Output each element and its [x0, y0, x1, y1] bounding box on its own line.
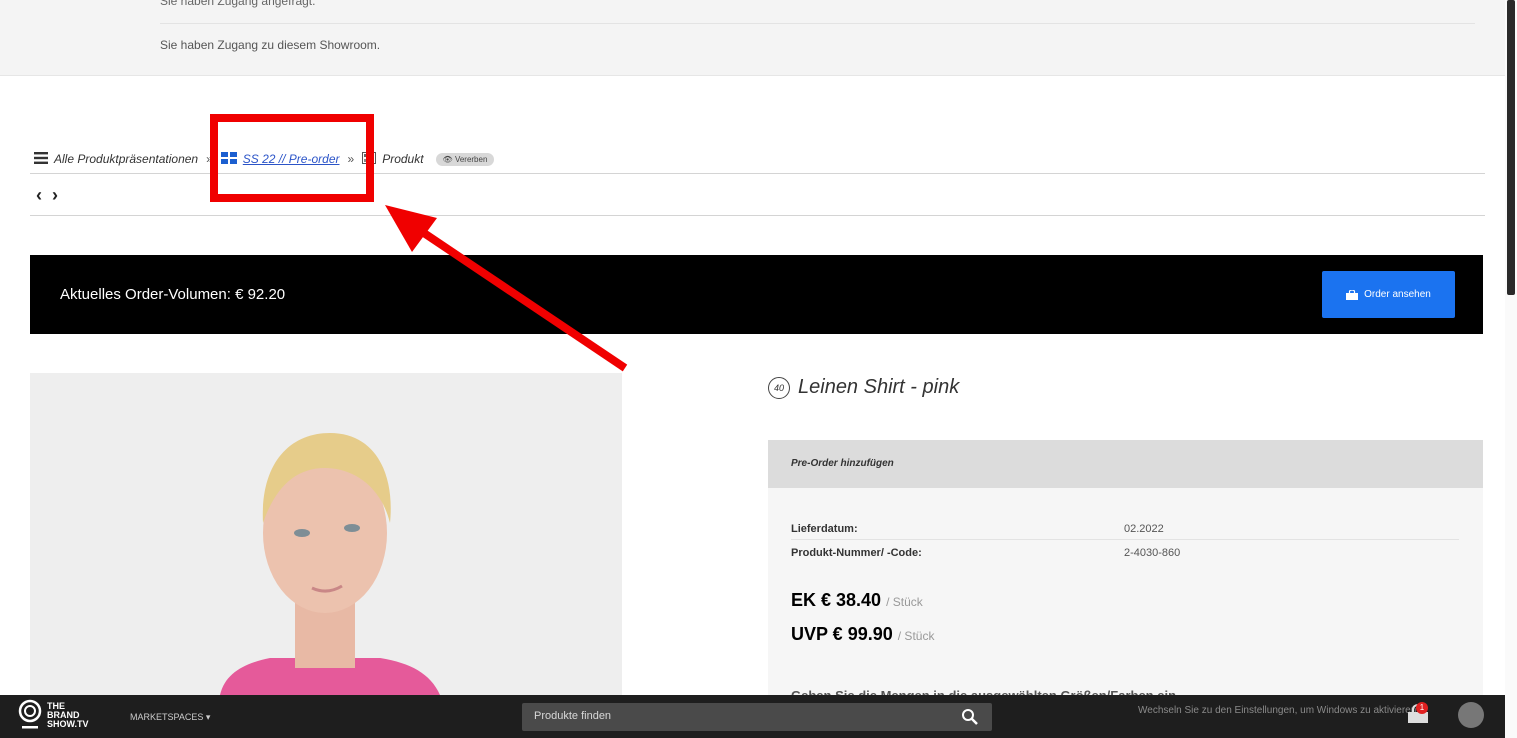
delivery-date-row: Lieferdatum: 02.2022 — [791, 523, 1459, 535]
brand-logo-icon — [18, 699, 42, 729]
access-granted-text: Sie haben Zugang zu diesem Showroom. — [160, 38, 381, 52]
list-icon — [34, 151, 48, 167]
product-title-text: Leinen Shirt - pink — [798, 376, 960, 398]
search-icon[interactable] — [961, 708, 978, 730]
product-number-badge: 40 — [768, 376, 790, 399]
breadcrumb-all-label: Alle Produktpräsentationen — [54, 152, 199, 166]
breadcrumb-separator: » — [206, 152, 213, 166]
product-code-label: Produkt-Nummer/ -Code: — [791, 547, 922, 559]
product-search — [522, 703, 992, 731]
product-image[interactable] — [30, 373, 622, 695]
breadcrumb-collection-link[interactable]: SS 22 // Pre-order — [220, 151, 340, 167]
product-search-input[interactable] — [532, 709, 936, 723]
product-code-row: Produkt-Nummer/ -Code: 2-4030-860 — [791, 547, 1459, 559]
breadcrumb-separator: » — [347, 152, 355, 166]
breadcrumb-product-label: Produkt — [382, 152, 424, 166]
uvp-price: UVP € 99.90 / Stück — [791, 624, 934, 645]
view-order-label: Order ansehen — [1364, 289, 1431, 300]
brand-line-3: SHOW.TV — [47, 718, 89, 729]
product-code-value: 2-4030-860 — [1124, 547, 1181, 559]
cart-button[interactable]: 1 — [1407, 702, 1429, 729]
product-title: 40 Leinen Shirt - pink — [768, 376, 959, 399]
prev-arrow-icon[interactable]: ‹ — [36, 185, 42, 205]
preorder-panel: Pre-Order hinzufügen Lieferdatum: 02.202… — [768, 440, 1483, 703]
divider — [791, 539, 1459, 540]
order-volume-text: Aktuelles Order-Volumen: € 92.20 — [60, 286, 286, 303]
next-arrow-icon[interactable]: › — [52, 185, 58, 205]
access-requested-text: Sie haben Zugang angefragt. — [160, 0, 316, 8]
windows-activation-watermark: Wechseln Sie zu den Einstellungen, um Wi… — [1138, 705, 1420, 716]
divider — [160, 23, 1475, 24]
divider — [30, 215, 1485, 216]
scrollbar-thumb[interactable] — [1507, 0, 1515, 295]
bottom-toolbar: THE BRAND SHOW.TV MARKETSPACES ▾ Wechsel… — [0, 695, 1505, 738]
ek-price-value: EK € 38.40 — [791, 590, 882, 610]
breadcrumb-product: Produkt — [362, 151, 424, 167]
inherit-badge-label: Vererben — [454, 154, 488, 164]
order-volume-bar: Aktuelles Order-Volumen: € 92.20 Order a… — [30, 255, 1483, 334]
delivery-date-value: 02.2022 — [1124, 523, 1164, 535]
uvp-price-value: UVP € 99.90 — [791, 624, 893, 644]
price-unit: / Stück — [897, 629, 935, 643]
view-order-button[interactable]: Order ansehen — [1322, 271, 1455, 318]
inherit-badge[interactable]: 👁 Vererben — [435, 152, 495, 166]
user-avatar[interactable] — [1458, 702, 1484, 728]
product-pager: ‹ › — [36, 185, 68, 206]
product-icon — [362, 151, 377, 167]
preorder-panel-header[interactable]: Pre-Order hinzufügen — [768, 440, 1483, 488]
ek-price: EK € 38.40 / Stück — [791, 590, 923, 611]
delivery-date-label: Lieferdatum: — [791, 523, 858, 535]
breadcrumb: Alle Produktpräsentationen » SS 22 // Pr… — [34, 149, 495, 169]
shopping-bag-icon — [1346, 289, 1359, 300]
brand-logo[interactable]: THE BRAND SHOW.TV — [17, 698, 89, 732]
breadcrumb-all-presentations[interactable]: Alle Produktpräsentationen — [34, 151, 199, 167]
price-unit: / Stück — [886, 595, 923, 609]
grid-icon — [220, 151, 237, 167]
cart-count-badge: 1 — [1416, 702, 1428, 714]
marketspaces-dropdown[interactable]: MARKETSPACES ▾ — [130, 712, 210, 723]
page-scrollbar[interactable] — [1505, 0, 1517, 738]
breadcrumb-collection-label[interactable]: SS 22 // Pre-order — [243, 152, 340, 166]
divider — [30, 173, 1485, 174]
access-info-panel: Sie haben Zugang angefragt. Sie haben Zu… — [0, 0, 1505, 76]
